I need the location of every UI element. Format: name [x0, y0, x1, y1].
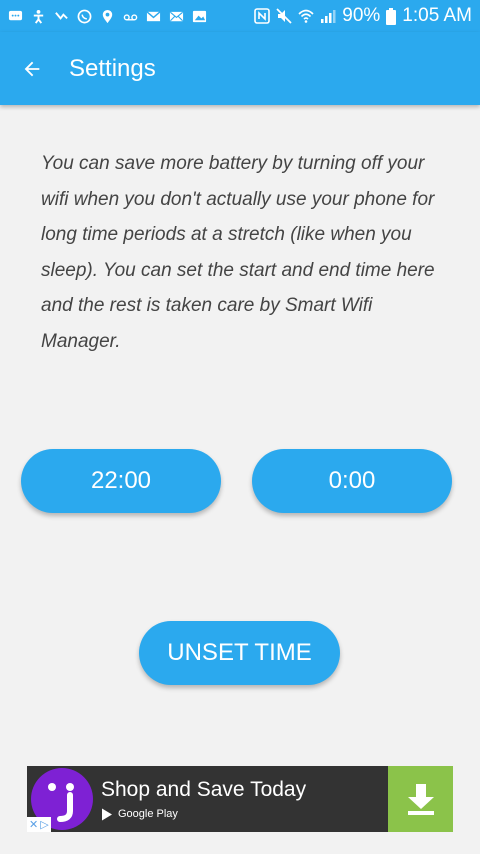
- app-bar: Settings: [0, 32, 480, 105]
- mute-icon: [276, 8, 292, 24]
- ad-text: Shop and Save Today Google Play: [101, 778, 306, 821]
- clock: 1:05 AM: [402, 5, 472, 26]
- ad-title: Shop and Save Today: [101, 777, 307, 801]
- back-button[interactable]: [0, 32, 64, 105]
- accessibility-icon: [31, 9, 46, 24]
- end-time-button[interactable]: 0:00: [252, 449, 452, 513]
- whatsapp-icon: [77, 9, 92, 24]
- ad-store: Google Play: [101, 808, 306, 821]
- nfc-icon: [254, 8, 271, 24]
- status-bar: 90% 1:05 AM: [0, 0, 480, 32]
- photo-icon: [192, 9, 207, 24]
- battery-percent: 90%: [342, 5, 381, 26]
- system-status: 90% 1:05 AM: [254, 5, 472, 27]
- arrow-back-icon: [24, 61, 40, 76]
- ad-close-icon[interactable]: ✕: [29, 818, 38, 831]
- ad-banner[interactable]: Shop and Save Today Google Play ✕ ▷: [27, 766, 453, 832]
- unset-time-button[interactable]: UNSET TIME: [139, 621, 340, 685]
- ad-choices-icon[interactable]: ▷: [40, 818, 48, 831]
- description-text: You can save more battery by turning off…: [41, 153, 435, 352]
- location-icon: [100, 9, 115, 24]
- ad-store-label: Google Play: [118, 808, 178, 820]
- email-icon: [169, 9, 184, 24]
- battery-icon: [386, 7, 397, 25]
- voicemail-icon: [123, 9, 138, 24]
- download-icon: [407, 784, 434, 815]
- page-title: Settings: [69, 54, 156, 82]
- notification-icons: [8, 9, 207, 24]
- messages-icon: [8, 9, 23, 24]
- signal-icon: [320, 8, 336, 24]
- missed-call-icon: [54, 9, 69, 24]
- start-time-button[interactable]: 22:00: [21, 449, 221, 513]
- wifi-icon: [298, 8, 314, 24]
- ad-close[interactable]: ✕ ▷: [27, 817, 51, 832]
- ad-download-button[interactable]: [388, 766, 453, 832]
- play-store-icon: [102, 808, 112, 820]
- gmail-icon: [146, 9, 161, 24]
